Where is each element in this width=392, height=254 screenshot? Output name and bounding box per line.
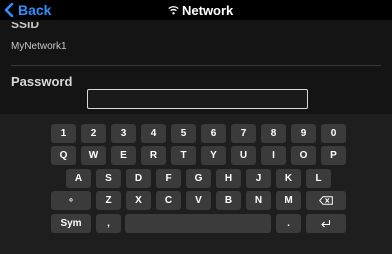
key-s[interactable]: S	[96, 169, 121, 188]
password-label: Password	[11, 74, 73, 89]
wifi-icon	[168, 6, 179, 15]
key-7[interactable]: 7	[231, 124, 256, 143]
key-3[interactable]: 3	[111, 124, 136, 143]
divider	[11, 65, 381, 66]
enter-icon	[320, 219, 330, 227]
key-y[interactable]: Y	[201, 146, 226, 165]
key-h[interactable]: H	[216, 169, 241, 188]
key-u[interactable]: U	[231, 146, 256, 165]
password-input[interactable]	[87, 89, 308, 109]
key-j[interactable]: J	[246, 169, 271, 188]
back-button[interactable]: Back	[4, 1, 51, 19]
key-4[interactable]: 4	[141, 124, 166, 143]
key-8[interactable]: 8	[261, 124, 286, 143]
space-key[interactable]	[125, 214, 271, 233]
key-l[interactable]: L	[306, 169, 331, 188]
key-e[interactable]: E	[111, 146, 136, 165]
key-f[interactable]: F	[156, 169, 181, 188]
enter-key[interactable]	[306, 214, 346, 233]
shift-key[interactable]: ∘	[51, 191, 91, 210]
comma-key[interactable]: ,	[96, 214, 121, 233]
key-i[interactable]: I	[261, 146, 286, 165]
key-n[interactable]: N	[246, 191, 271, 210]
key-0[interactable]: 0	[321, 124, 346, 143]
key-d[interactable]: D	[126, 169, 151, 188]
key-r[interactable]: R	[141, 146, 166, 165]
key-b[interactable]: B	[216, 191, 241, 210]
key-1[interactable]: 1	[51, 124, 76, 143]
key-z[interactable]: Z	[96, 191, 121, 210]
key-o[interactable]: O	[291, 146, 316, 165]
top-bar: Back Network	[0, 0, 392, 20]
key-a[interactable]: A	[66, 169, 91, 188]
key-c[interactable]: C	[156, 191, 181, 210]
key-x[interactable]: X	[126, 191, 151, 210]
ssid-value: MyNetwork1	[11, 41, 67, 52]
on-screen-keyboard: 1 2 3 4 5 6 7 8 9 0 Q W E R T Y U I O P …	[0, 114, 392, 254]
backspace-key[interactable]	[306, 191, 346, 210]
back-label: Back	[18, 2, 52, 18]
backspace-icon	[319, 196, 333, 205]
chevron-left-icon	[4, 3, 14, 17]
period-key[interactable]: .	[276, 214, 301, 233]
key-k[interactable]: K	[276, 169, 301, 188]
page-title: Network	[168, 2, 233, 18]
key-t[interactable]: T	[171, 146, 196, 165]
sym-key[interactable]: Sym	[51, 214, 91, 233]
key-m[interactable]: M	[276, 191, 301, 210]
network-form: SSID MyNetwork1 Password	[0, 20, 392, 114]
key-q[interactable]: Q	[51, 146, 76, 165]
key-g[interactable]: G	[186, 169, 211, 188]
key-5[interactable]: 5	[171, 124, 196, 143]
page-title-text: Network	[182, 2, 234, 18]
key-v[interactable]: V	[186, 191, 211, 210]
key-p[interactable]: P	[321, 146, 346, 165]
key-9[interactable]: 9	[291, 124, 316, 143]
key-2[interactable]: 2	[81, 124, 106, 143]
key-w[interactable]: W	[81, 146, 106, 165]
ssid-label: SSID	[11, 22, 40, 31]
key-6[interactable]: 6	[201, 124, 226, 143]
